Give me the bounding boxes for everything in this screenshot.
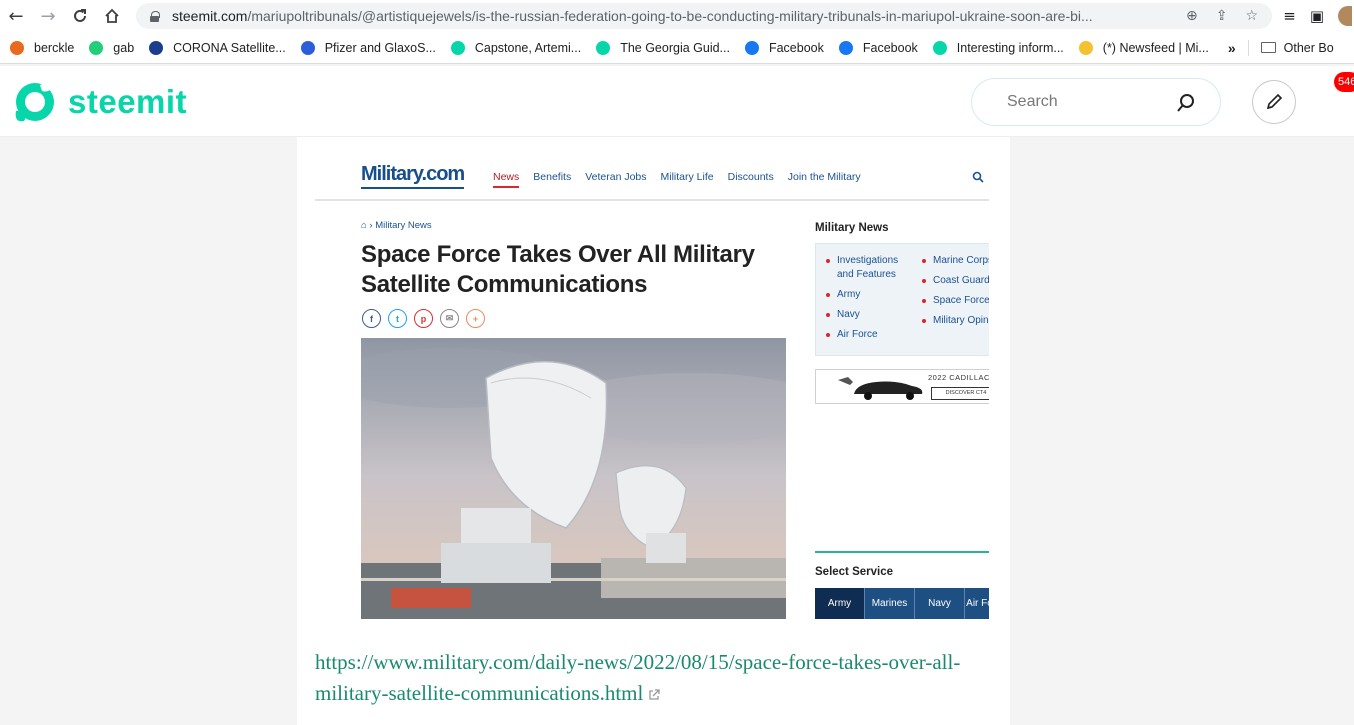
bookmark-item[interactable]: Facebook [838, 40, 918, 55]
home-icon[interactable] [96, 0, 128, 32]
sidebar-title: Military News [815, 222, 889, 234]
service-tab: Army [815, 588, 865, 619]
service-tab: Navy [915, 588, 965, 619]
facebook-icon [838, 40, 853, 55]
nav-link: Veteran Jobs [585, 171, 647, 183]
forward-arrow-icon[interactable]: → [32, 0, 64, 32]
sidebar-category-link: Marine Corps [922, 254, 989, 268]
sidebar-category-link: Coast Guard [922, 274, 989, 288]
browser-toolbar: ← → steemit.com/mariupoltribunals/@artis… [0, 0, 1354, 32]
nav-link: News [493, 171, 520, 188]
sidebar-category-link: Air Force [826, 328, 908, 342]
url-text[interactable]: steemit.com/mariupoltribunals/@artistiqu… [172, 8, 1160, 24]
steemit-icon [932, 40, 947, 55]
email-icon: ✉ [440, 309, 459, 328]
facebook-icon [744, 40, 759, 55]
service-divider [815, 551, 989, 553]
cadillac-ad-banner: 2022 CADILLAC DISCOVER CT4 [815, 369, 989, 404]
bookmark-item[interactable]: berckle [10, 40, 74, 55]
nav-link: Military Life [660, 171, 714, 183]
back-arrow-icon[interactable]: ← [0, 0, 32, 32]
steemit-icon [596, 40, 611, 55]
reload-icon[interactable] [64, 0, 96, 32]
nav-link: Discounts [727, 171, 774, 183]
share-buttons: f t p ✉ + [362, 309, 485, 328]
bookmark-item[interactable]: CORONA Satellite... [149, 40, 286, 55]
address-bar[interactable]: steemit.com/mariupoltribunals/@artistiqu… [136, 3, 1272, 29]
article-link[interactable]: https://www.military.com/daily-news/2022… [315, 647, 1005, 709]
militarycom-navbar: Military.com News Benefits Veteran Jobs Mil… [315, 141, 989, 201]
reading-list-icon[interactable]: ≡ [1283, 7, 1296, 25]
duckduckgo-icon [10, 40, 24, 55]
search-field[interactable] [971, 78, 1221, 126]
sidebar-news-categories: Investigations and Features Army Navy Air F… [815, 243, 989, 356]
zoom-icon[interactable]: ⊕ [1186, 8, 1198, 24]
sidebar-category-link: Military Opini [922, 314, 989, 328]
select-service-title: Select Service [815, 566, 894, 578]
steemit-logo-icon [15, 83, 54, 122]
facebook-icon: f [362, 309, 381, 328]
plus-icon: + [466, 309, 485, 328]
sidebar-category-link: Navy [826, 308, 908, 322]
steemit-icon [450, 40, 465, 55]
site-header: steemit 546 [0, 66, 1354, 137]
sidebar-category-link: Investigations and Features [826, 254, 908, 282]
article-headline: Space Force Takes Over All Military Sate… [361, 241, 755, 298]
other-bookmarks-folder[interactable]: Other Bo [1260, 41, 1334, 55]
service-tabs: ArmyMarinesNavyAir Fo [815, 588, 989, 619]
bookmark-item[interactable]: Facebook [744, 40, 824, 55]
bookmarks-overflow-button[interactable]: » [1228, 40, 1236, 56]
car-image [838, 377, 923, 400]
lock-icon [150, 10, 160, 22]
bookmark-item[interactable]: The Georgia Guid... [596, 40, 730, 55]
bookmark-item[interactable]: (*) Newsfeed | Mi... [1078, 40, 1209, 55]
twitter-icon: t [388, 309, 407, 328]
bookmark-item[interactable]: Interesting inform... [932, 40, 1064, 55]
star-icon[interactable]: ☆ [1245, 8, 1258, 24]
profile-avatar[interactable] [1338, 6, 1352, 26]
gab-icon [89, 40, 104, 55]
compose-post-button[interactable] [1252, 80, 1296, 124]
side-panel-icon[interactable]: ▣ [1310, 7, 1324, 25]
nav-link: Join the Military [787, 171, 861, 183]
wave-logo-icon [300, 40, 315, 55]
bookmarks-divider [1247, 39, 1249, 56]
share-icon[interactable]: ⇪ [1216, 8, 1228, 24]
lightbulb-icon [1078, 40, 1093, 55]
breadcrumb: ⌂ › Military News [361, 220, 432, 231]
service-tab: Marines [865, 588, 915, 619]
d-logo-icon [149, 40, 164, 55]
bookmarks-bar: berckle gab CORONA Satellite... Pfizer and … [0, 32, 1354, 64]
home-icon: ⌂ [361, 220, 367, 231]
search-input[interactable] [1007, 93, 1157, 111]
sidebar-category-link: Army [826, 288, 908, 302]
militarycom-logo: Military.com [361, 163, 465, 189]
satellite-dish-photo [361, 338, 786, 619]
bookmark-item[interactable]: gab [89, 40, 134, 55]
nav-link: Benefits [533, 171, 572, 183]
steemit-wordmark: steemit [68, 83, 188, 120]
folder-icon [1260, 42, 1276, 53]
bookmark-item[interactable]: Pfizer and GlaxoS... [300, 40, 436, 55]
external-link-icon [649, 689, 660, 700]
service-tab: Air Fo [965, 588, 989, 619]
pinterest-icon: p [414, 309, 433, 328]
search-icon[interactable] [1176, 93, 1196, 113]
bookmark-item[interactable]: Capstone, Artemi... [450, 40, 581, 55]
steemit-logo[interactable]: steemit [14, 81, 187, 123]
post-body: Military.com News Benefits Veteran Jobs Mil… [297, 137, 1010, 725]
militarycom-nav-links: News Benefits Veteran Jobs Military Life Dis… [493, 171, 861, 188]
embedded-screenshot: Military.com News Benefits Veteran Jobs Mil… [315, 141, 989, 619]
notification-badge[interactable]: 546 [1334, 72, 1354, 92]
sidebar-category-link: Space Force [922, 294, 989, 308]
pencil-icon [1266, 93, 1283, 110]
search-icon [972, 171, 984, 183]
